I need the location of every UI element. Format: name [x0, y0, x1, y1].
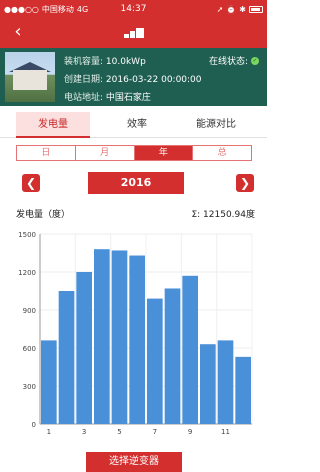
created-value: 2016-03-22 00:00:00 [105, 75, 202, 85]
nav-bar: ‹ [0, 18, 267, 48]
tab-bar: 发电量 效率 能源对比 [0, 112, 267, 138]
generation-bar-chart: 0 300 600 900 1200 1500 1 3 5 7 9 11 [18, 231, 253, 436]
bar-2 [58, 291, 75, 424]
year-label: 2016 [88, 172, 184, 194]
online-status: 在线状态: ✓ [209, 54, 259, 67]
chart-header: 发电量（度） Σ: 12150.94度 [0, 207, 267, 221]
back-button[interactable]: ‹ [6, 20, 30, 44]
period-month[interactable]: 月 [76, 146, 135, 160]
location-icon: ➚ [216, 4, 224, 14]
status-bar: ●●●○○ 中国移动 4G 14:37 ➚ ⏰ ✱ [0, 0, 267, 18]
tab-energy-compare[interactable]: 能源对比 [178, 112, 254, 138]
year-navigator: ❮ 2016 ❯ [0, 172, 267, 194]
bar-10 [200, 344, 216, 424]
bar-9 [182, 275, 198, 424]
bar-5 [111, 250, 128, 424]
chevron-left-icon: ❮ [25, 176, 37, 190]
y-tick-label: 1500 [18, 231, 36, 239]
x-tick-label: 7 [153, 428, 157, 436]
x-tick-label: 5 [117, 428, 121, 436]
y-tick-label: 300 [23, 383, 36, 391]
station-photo [5, 52, 55, 102]
chevron-left-icon: ‹ [14, 21, 22, 42]
x-tick-label: 9 [188, 428, 192, 436]
check-icon: ✓ [251, 56, 259, 65]
bar-6 [129, 255, 145, 424]
x-tick-label: 1 [47, 428, 51, 436]
carrier-label: 中国移动 [41, 4, 74, 14]
network-label: 4G [76, 4, 89, 14]
station-info-card: 装机容量: 10.0kWp 创建日期: 2016-03-22 00:00:00 … [0, 48, 267, 106]
created-row: 创建日期: 2016-03-22 00:00:00 [64, 72, 202, 85]
alarm-icon: ⏰ [226, 4, 237, 14]
online-label: 在线状态: [208, 57, 248, 67]
period-selector: 日 月 年 总 [16, 145, 252, 161]
tab-efficiency[interactable]: 效率 [100, 112, 174, 138]
x-tick-label: 3 [82, 428, 86, 436]
y-tick-label: 900 [23, 307, 36, 315]
period-total[interactable]: 总 [193, 146, 251, 160]
capacity-value: 10.0kWp [105, 57, 146, 67]
bar-12 [235, 356, 251, 424]
address-label: 电站地址: [64, 93, 104, 103]
period-day[interactable]: 日 [17, 146, 76, 160]
y-tick-label: 0 [32, 421, 36, 429]
x-tick-label: 11 [221, 428, 230, 436]
select-inverter-button[interactable]: 选择逆变器 [86, 452, 182, 472]
y-tick-label: 600 [23, 345, 36, 353]
bar-4 [94, 249, 110, 424]
address-value: 中国石家庄 [105, 93, 151, 103]
signal-icon: ●●●○○ [4, 4, 39, 14]
battery-icon [249, 5, 263, 13]
y-tick-label: 1200 [18, 269, 36, 277]
logo-icon [124, 28, 144, 38]
chart-title: 发电量（度） [16, 210, 71, 220]
tab-generation[interactable]: 发电量 [16, 112, 90, 138]
created-label: 创建日期: [64, 75, 104, 85]
next-year-button[interactable]: ❯ [236, 174, 254, 192]
bluetooth-icon: ✱ [239, 4, 246, 14]
prev-year-button[interactable]: ❮ [22, 174, 40, 192]
address-row: 电站地址: 中国石家庄 [64, 90, 151, 103]
chevron-right-icon: ❯ [239, 176, 251, 190]
bar-3 [76, 272, 92, 424]
chart-total: Σ: 12150.94度 [191, 210, 255, 220]
capacity-label: 装机容量: [64, 57, 104, 67]
bar-11 [217, 340, 234, 424]
period-year[interactable]: 年 [134, 146, 194, 160]
capacity-row: 装机容量: 10.0kWp [64, 54, 146, 67]
bar-7 [147, 298, 163, 424]
bar-1 [41, 340, 57, 424]
bar-8 [164, 288, 181, 424]
